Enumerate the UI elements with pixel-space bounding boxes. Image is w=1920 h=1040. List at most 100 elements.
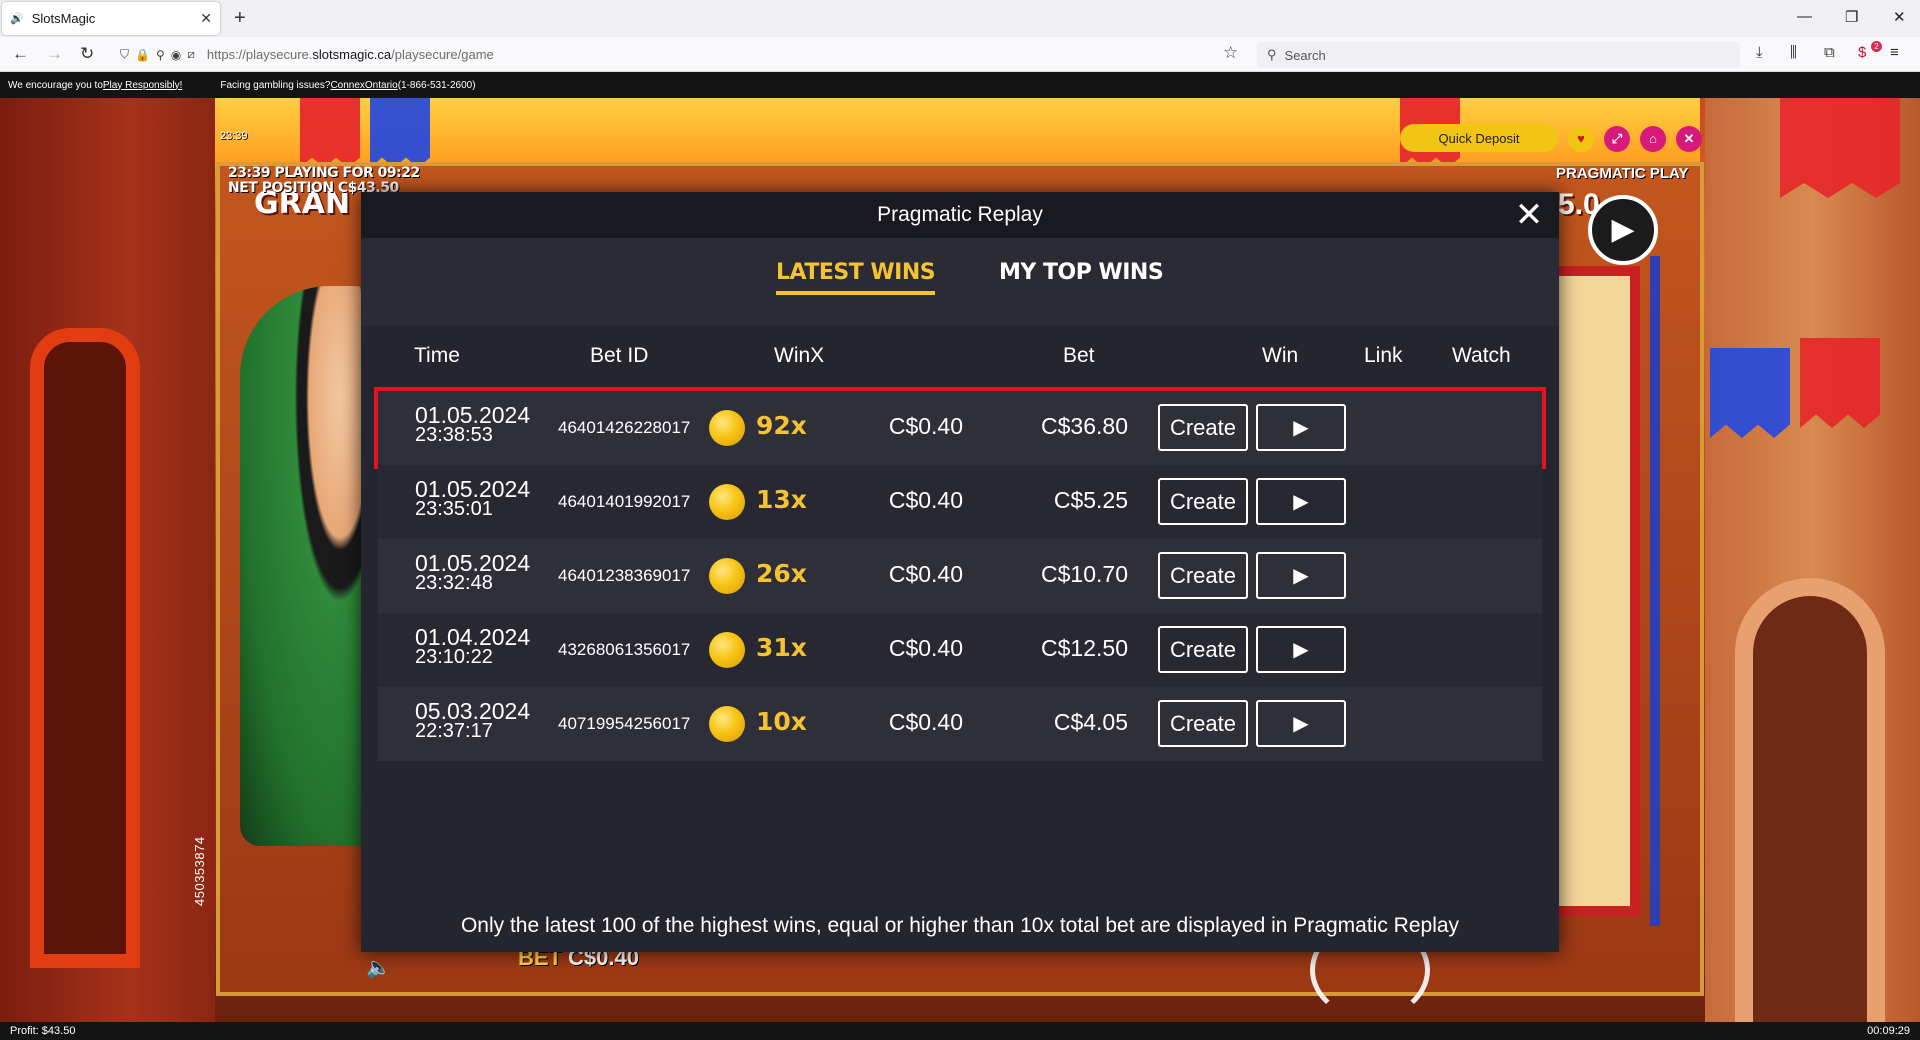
exit-game-icon[interactable]: ✕	[1676, 126, 1702, 152]
bookmark-star-icon[interactable]: ☆	[1223, 43, 1238, 63]
left-door	[30, 328, 140, 968]
play-responsibly-link[interactable]: Play Responsibly!	[103, 80, 182, 91]
forward-icon[interactable]: →	[46, 43, 63, 65]
watch-button[interactable]: ▶	[1256, 552, 1346, 599]
tab-my-top-wins[interactable]: MY TOP WINS	[999, 260, 1164, 285]
new-tab-icon[interactable]: +	[234, 6, 246, 30]
downloads-icon[interactable]: ⤓	[1756, 44, 1763, 61]
winx-cell: 10x	[756, 707, 807, 736]
replay-modal: Pragmatic Replay ✕ LATEST WINS MY TOP WI…	[361, 192, 1559, 952]
library-icon[interactable]: ⫼	[1790, 44, 1797, 61]
bet-cell: C$0.40	[888, 561, 963, 587]
pragmatic-play-logo: PRAGMATIC PLAY	[1556, 165, 1689, 182]
play-icon: ▶	[1293, 417, 1309, 439]
create-link-button[interactable]: Create	[1158, 478, 1248, 525]
bet-id-cell: 46401401992017	[558, 492, 691, 511]
permissions-icon[interactable]: ⚲	[156, 48, 165, 62]
col-winx: WinX	[774, 344, 825, 367]
heart-icon[interactable]: ♥	[1568, 126, 1594, 152]
papel-picado-flag	[370, 98, 430, 168]
play-icon: ▶	[1293, 713, 1309, 735]
encourage-text: We encourage you to	[8, 79, 103, 91]
close-tab-icon[interactable]: ✕	[200, 10, 212, 27]
table-row[interactable]: 01.04.2024 23:10:22 43268061356017 31x C$…	[378, 613, 1542, 687]
home-icon[interactable]: ⌂	[1640, 126, 1666, 152]
search-input[interactable]: ⚲ Search	[1257, 42, 1740, 68]
table-row[interactable]: 01.05.2024 23:35:01 46401401992017 13x C$…	[378, 465, 1542, 539]
url-text: https://playsecure.slotsmagic.ca/playsec…	[206, 47, 494, 62]
tab-latest-wins[interactable]: LATEST WINS	[776, 260, 936, 295]
coin-icon	[709, 706, 745, 742]
time-cell: 01.05.2024 23:38:53	[415, 402, 531, 446]
col-bet: Bet	[1063, 344, 1095, 367]
watch-button[interactable]: ▶	[1256, 626, 1346, 673]
col-link: Link	[1364, 344, 1403, 367]
extensions-icon[interactable]: ⧉	[1824, 44, 1835, 61]
col-bet-id: Bet ID	[590, 344, 649, 367]
winx-cell: 26x	[756, 559, 807, 588]
bet-cell: C$0.40	[888, 413, 963, 439]
table-row[interactable]: 01.05.2024 23:38:53 46401426228017 92x C$…	[374, 387, 1546, 469]
papel-picado-flag	[1780, 98, 1900, 198]
time-cell: 01.04.2024 23:10:22	[415, 624, 531, 668]
create-link-button[interactable]: Create	[1158, 700, 1248, 747]
col-time: Time	[414, 344, 460, 367]
coin-icon	[709, 484, 745, 520]
coin-icon	[709, 410, 745, 446]
url-bar[interactable]: ⛉ 🔒 ⚲ ◉ ⧄ https://playsecure.slotsmagic.…	[112, 41, 1238, 68]
addon-icon[interactable]: $	[1858, 44, 1866, 61]
wins-table: 01.05.2024 23:38:53 46401426228017 92x C$…	[374, 387, 1546, 761]
time-cell: 01.05.2024 23:35:01	[415, 476, 531, 520]
modal-title: Pragmatic Replay	[877, 203, 1043, 226]
menu-icon[interactable]: ≡	[1890, 44, 1899, 61]
close-icon[interactable]: ✕	[1513, 198, 1545, 232]
window-close-icon[interactable]: ✕	[1893, 8, 1906, 26]
hud-clock: 23:39	[220, 130, 248, 142]
create-link-button[interactable]: Create	[1158, 552, 1248, 599]
bet-id-cell: 46401426228017	[558, 418, 691, 437]
lock-icon[interactable]: 🔒	[135, 48, 150, 62]
replay-play-icon[interactable]: ▶	[1588, 195, 1658, 265]
papel-picado-flag	[1710, 348, 1790, 438]
papel-picado-flag	[300, 98, 360, 168]
quick-deposit-button[interactable]: Quick Deposit	[1400, 124, 1558, 152]
coin-icon	[709, 632, 745, 668]
connex-link[interactable]: ConnexOntario	[330, 80, 397, 91]
create-link-button[interactable]: Create	[1158, 404, 1248, 451]
minimize-icon[interactable]: —	[1797, 8, 1812, 25]
restore-icon[interactable]: ❐	[1845, 8, 1858, 26]
elapsed-time: 00:09:29	[1867, 1025, 1910, 1037]
table-row[interactable]: 01.05.2024 23:32:48 46401238369017 26x C$…	[378, 539, 1542, 613]
profit-text: Profit: $43.50	[10, 1025, 76, 1037]
play-icon: ▶	[1293, 639, 1309, 661]
back-icon[interactable]: ←	[12, 43, 29, 65]
blocked-media-icon[interactable]: ⧄	[187, 47, 195, 62]
create-link-button[interactable]: Create	[1158, 626, 1248, 673]
volume-icon[interactable]: 🔈	[366, 955, 394, 983]
winx-cell: 31x	[756, 633, 807, 662]
right-archway	[1735, 578, 1885, 1022]
status-bar: Profit: $43.50 00:09:29	[0, 1022, 1920, 1040]
responsible-gambling-bar: We encourage you to Play Responsibly! Fa…	[0, 72, 1920, 98]
winx-cell: 13x	[756, 485, 807, 514]
bet-id-cell: 40719954256017	[558, 714, 691, 733]
browser-tabbar: 🔊 SlotsMagic ✕ + — ❐ ✕	[0, 0, 1920, 37]
winx-cell: 92x	[756, 411, 807, 440]
fullscreen-icon[interactable]: ⤢	[1604, 126, 1630, 152]
watch-button[interactable]: ▶	[1256, 478, 1346, 525]
bet-cell: C$0.40	[888, 487, 963, 513]
win-cell: C$5.25	[1053, 487, 1128, 513]
browser-tab[interactable]: 🔊 SlotsMagic ✕	[2, 2, 220, 35]
watch-button[interactable]: ▶	[1256, 404, 1346, 451]
issues-text: Facing gambling issues?	[220, 79, 331, 91]
reload-icon[interactable]: ↻	[80, 43, 94, 65]
modal-footer-note: Only the latest 100 of the highest wins,…	[460, 914, 1460, 937]
watch-button[interactable]: ▶	[1256, 700, 1346, 747]
coin-icon	[709, 558, 745, 594]
speaker-icon[interactable]: 🔊	[10, 12, 24, 25]
table-row[interactable]: 05.03.2024 22:37:17 40719954256017 10x C$…	[378, 687, 1542, 761]
bet-cell: C$0.40	[888, 709, 963, 735]
shield-icon[interactable]: ⛉	[120, 47, 129, 62]
bet-cell: C$0.40	[888, 635, 963, 661]
location-icon[interactable]: ◉	[171, 48, 181, 62]
